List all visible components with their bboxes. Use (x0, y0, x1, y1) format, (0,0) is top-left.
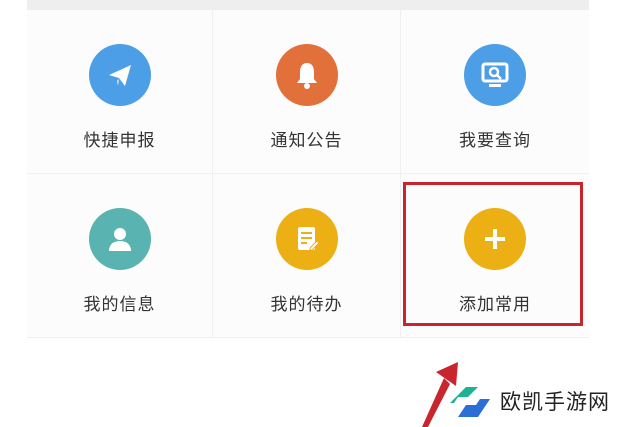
document-edit-icon (297, 227, 320, 251)
notice-icon-circle (275, 44, 338, 106)
my-todo-icon-circle (275, 208, 338, 270)
add-favorite-icon-circle (464, 208, 526, 270)
user-icon (108, 228, 131, 251)
tile-query[interactable]: 我要查询 (401, 10, 589, 174)
quick-declare-icon-circle (88, 44, 151, 106)
tile-label: 快捷申报 (83, 131, 156, 150)
tile-quick-declare[interactable]: 快捷申报 (27, 10, 213, 174)
bell-icon (296, 63, 317, 89)
tile-label: 通知公告 (270, 131, 343, 150)
tile-label: 我的信息 (83, 295, 156, 314)
tile-label: 添加常用 (459, 295, 531, 314)
tile-my-info[interactable]: 我的信息 (27, 174, 213, 338)
tile-my-todo[interactable]: 我的待办 (213, 174, 401, 338)
shortcut-grid: 快捷申报 通知公告 我要查询 我的信息 我的待办 添加常用 (27, 10, 589, 338)
my-info-icon-circle (88, 208, 151, 270)
tile-add-favorite[interactable]: 添加常用 (401, 174, 589, 338)
paper-plane-icon (108, 65, 131, 86)
query-icon-circle (464, 44, 526, 106)
watermark-text: 欧凯手游网 (500, 391, 610, 414)
tile-label: 我要查询 (459, 131, 531, 150)
watermark: 欧凯手游网 (444, 379, 610, 423)
plus-icon (485, 229, 505, 249)
top-divider-strip (27, 0, 589, 10)
watermark-logo-icon (450, 387, 490, 417)
monitor-search-icon (481, 62, 509, 87)
tile-notice[interactable]: 通知公告 (213, 10, 401, 174)
tile-label: 我的待办 (270, 295, 343, 314)
